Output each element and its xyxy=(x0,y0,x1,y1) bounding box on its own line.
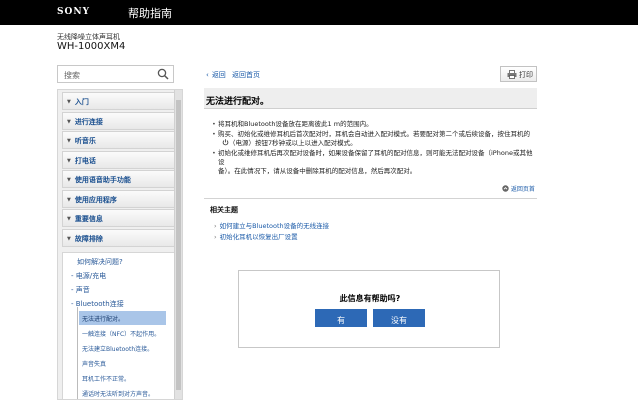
help-guide-title: 帮助指南 xyxy=(128,7,172,20)
tip-text: 购买、初始化或维修耳机后首次配对时，耳机会自动进入配对模式。若要配对第二个或后续… xyxy=(218,130,530,138)
sidebar-item-connecting[interactable]: ▼ 进行连接 xyxy=(62,111,176,130)
sidebar-item-label: 入门 xyxy=(74,98,89,106)
print-button[interactable]: 打印 xyxy=(500,66,537,82)
sony-logo[interactable]: SONY xyxy=(57,7,90,17)
sidebar-item-getting-started[interactable]: ▼ 入门 xyxy=(62,92,176,110)
arrow-up-circle-icon xyxy=(502,185,509,192)
sidebar-item-important-info[interactable]: ▼ 重要信息 xyxy=(62,209,176,227)
power-icon xyxy=(222,139,229,146)
feedback-no-button[interactable]: 没有 xyxy=(373,309,425,327)
tips-list: 将耳机和Bluetooth设备放在距离彼此1 m的范围内。 购买、初始化或维修耳… xyxy=(212,120,537,177)
print-label: 打印 xyxy=(519,71,533,79)
feedback-yes-button[interactable]: 有 xyxy=(315,309,367,327)
tip-text: 初始化或维修耳机后再次配对设备时，如果设备保留了耳机的配对信息，则可能无法配对设… xyxy=(218,149,533,166)
top-link[interactable]: 返回首页 xyxy=(232,70,260,80)
sidebar-item-apps[interactable]: ▼ 使用应用程序 xyxy=(62,189,176,208)
related-link-initialize[interactable]: › 初始化耳机以恢复出厂设置 xyxy=(214,231,298,241)
related-topics-heading: 相关主题 xyxy=(210,206,238,214)
feedback-question: 此信息有帮助吗? xyxy=(339,294,401,303)
tip-item: 初始化或维修耳机后再次配对设备时，如果设备保留了耳机的配对信息，则可能无法配对设… xyxy=(212,149,537,176)
subnav-sound[interactable]: - 声音 xyxy=(71,285,90,295)
leaf-cannot-hear-caller[interactable]: 通话时无法听到对方声音。 xyxy=(79,389,166,398)
tip-item: 购买、初始化或维修耳机后首次配对时，耳机会自动进入配对模式。若要配对第二个或后续… xyxy=(212,130,537,148)
search-box[interactable]: 搜索 xyxy=(57,65,174,83)
back-to-top-label: 返回页首 xyxy=(510,186,535,193)
sidebar-item-label: 重要信息 xyxy=(74,215,103,223)
scroll-thumb[interactable] xyxy=(176,100,181,390)
related-link-bluetooth[interactable]: › 如何建立与Bluetooth设备的无线连接 xyxy=(214,220,329,230)
top-bar: SONY 帮助指南 xyxy=(0,0,638,25)
chevron-right-icon: › xyxy=(214,233,217,241)
subnav-bluetooth[interactable]: - Bluetooth连接 xyxy=(71,299,124,309)
leaf-sound-distorted[interactable]: 声音失真 xyxy=(79,359,166,368)
sidebar-item-label: 进行连接 xyxy=(74,117,103,126)
tip-text: 备）。在此情况下，请从设备中删除耳机的配对信息，然后再次配对。 xyxy=(218,167,417,175)
related-link-label: 如何建立与Bluetooth设备的无线连接 xyxy=(219,222,330,230)
page-title: 无法进行配对。 xyxy=(206,97,270,107)
article-title-bar: 无法进行配对。 xyxy=(204,88,537,109)
tree-line xyxy=(77,307,78,399)
sidebar-item-phone-calls[interactable]: ▼ 打电话 xyxy=(62,150,176,169)
divider xyxy=(204,198,537,199)
chevron-left-icon: ‹ xyxy=(206,71,209,79)
back-link[interactable]: ‹ 返回 xyxy=(206,70,226,80)
search-input[interactable]: 搜索 xyxy=(64,70,80,81)
sidebar-scrollbar[interactable] xyxy=(174,90,182,399)
top-link-label: 返回首页 xyxy=(232,71,260,79)
tip-text: （电源）按钮7秒钟或以上以进入配对模式。 xyxy=(218,139,537,148)
tip-text: 将耳机和Bluetooth设备放在距离彼此1 m的范围内。 xyxy=(218,120,373,128)
back-to-top-link[interactable]: 返回页首 xyxy=(502,184,535,193)
feedback-box: 此信息有帮助吗? 有 没有 xyxy=(238,270,500,348)
sidebar-item-label: 故障排除 xyxy=(74,234,103,243)
chevron-right-icon: › xyxy=(214,222,217,230)
sidebar-item-label: 打电话 xyxy=(74,156,96,165)
sidebar-item-listening-music[interactable]: ▼ 听音乐 xyxy=(62,131,176,149)
sidebar-item-label: 听音乐 xyxy=(74,137,96,145)
related-link-label: 初始化耳机以恢复出厂设置 xyxy=(219,233,298,241)
product-model: WH-1000XM4 xyxy=(57,41,126,52)
search-icon[interactable] xyxy=(157,68,169,80)
leaf-not-working[interactable]: 耳机工作不正常。 xyxy=(79,374,166,383)
sidebar: ▼ 入门 ▼ 进行连接 ▼ 听音乐 ▼ 打电话 ▼ 使用语音助手功能 ▼ 使用应用程序 ▼ 重… xyxy=(57,89,183,400)
leaf-cannot-pair[interactable]: 无法进行配对。 xyxy=(79,311,166,325)
subnav-power-charging[interactable]: - 电源/充电 xyxy=(71,271,106,281)
sidebar-nav: ▼ 入门 ▼ 进行连接 ▼ 听音乐 ▼ 打电话 ▼ 使用语音助手功能 ▼ 使用应用程序 ▼ 重… xyxy=(62,92,176,248)
sidebar-item-label: 使用语音助手功能 xyxy=(74,176,131,184)
subnav-how-to-solve[interactable]: 如何解决问题? xyxy=(77,257,123,267)
leaf-cannot-connect[interactable]: 无法建立Bluetooth连接。 xyxy=(79,344,166,353)
sidebar-item-label: 使用应用程序 xyxy=(74,195,117,204)
sidebar-item-troubleshooting[interactable]: ▼ 故障排除 xyxy=(62,228,176,247)
troubleshooting-subnav: 如何解决问题? - 电源/充电 - 声音 - Bluetooth连接 无法进行配… xyxy=(62,252,176,399)
leaf-nfc[interactable]: 一触连接（NFC）不起作用。 xyxy=(79,329,166,338)
tip-text-power: （电源）按钮7秒钟或以上以进入配对模式。 xyxy=(229,139,357,147)
printer-icon xyxy=(507,70,517,79)
back-link-label: 返回 xyxy=(211,71,226,79)
sidebar-item-voice-assist[interactable]: ▼ 使用语音助手功能 xyxy=(62,170,176,188)
tip-item: 将耳机和Bluetooth设备放在距离彼此1 m的范围内。 xyxy=(212,120,537,129)
